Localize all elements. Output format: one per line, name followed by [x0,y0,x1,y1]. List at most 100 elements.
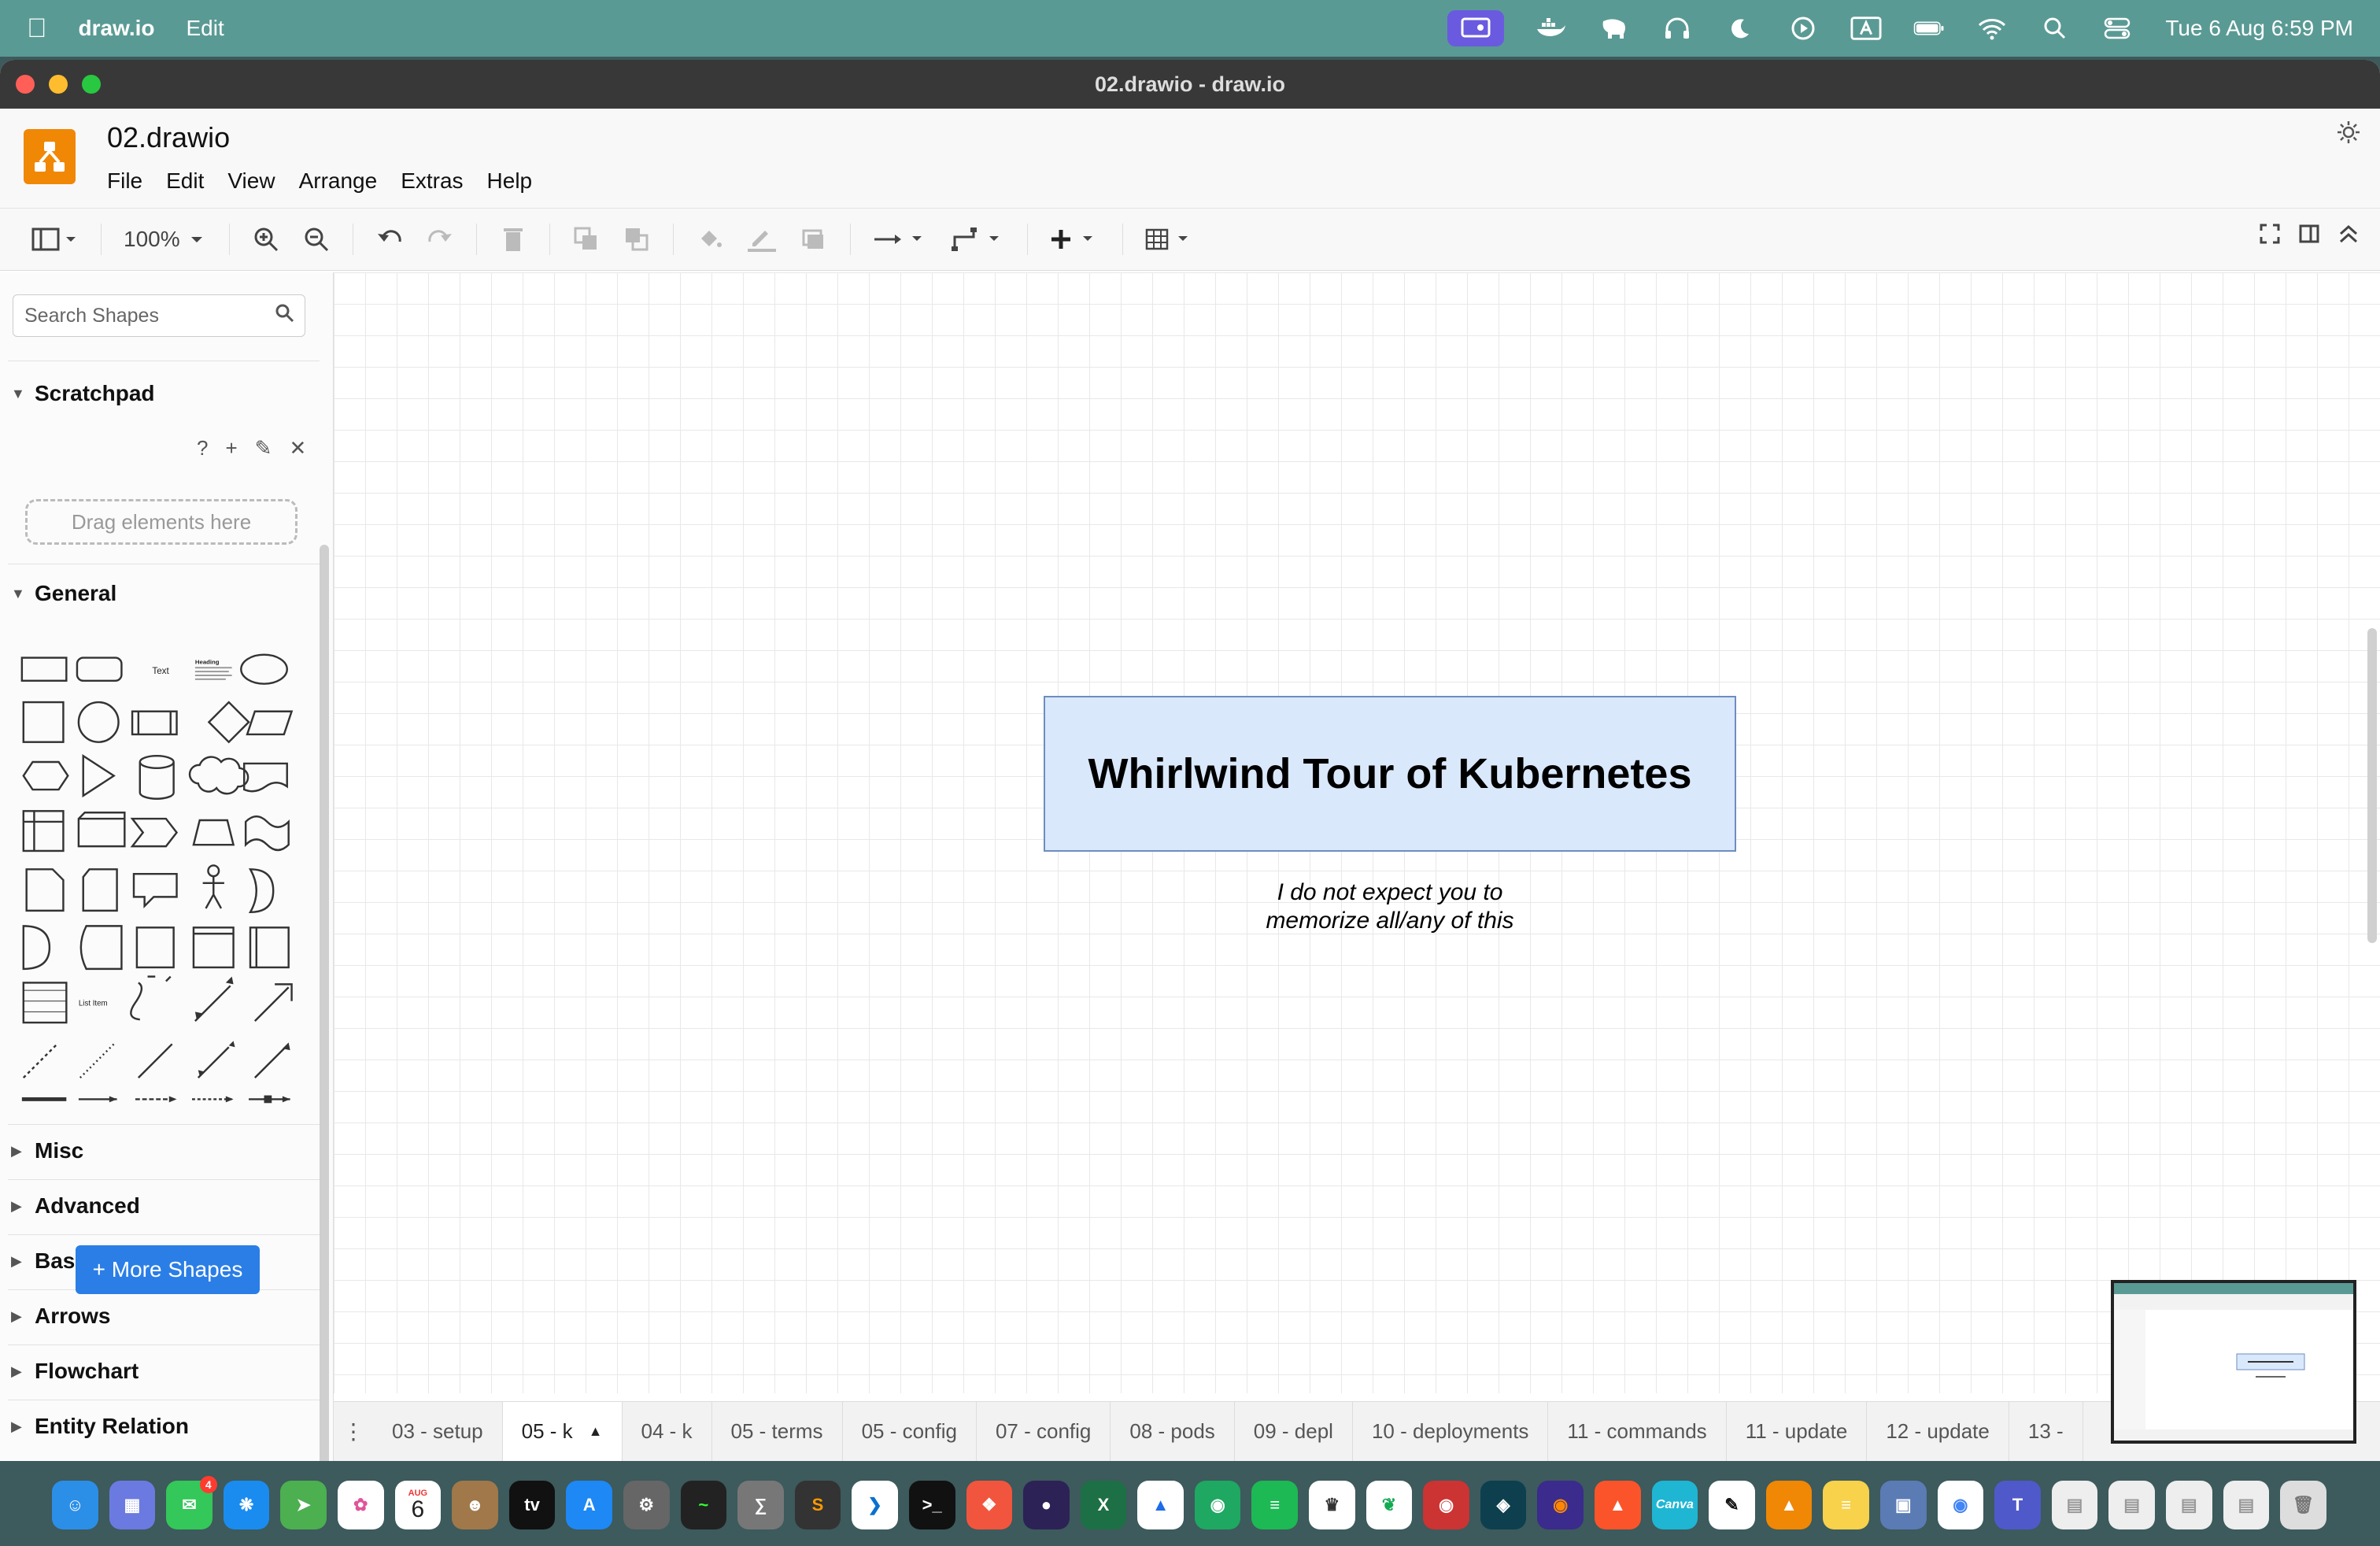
activity-monitor-icon[interactable]: ~ [680,1481,727,1529]
minimized-window-icon[interactable]: ▤ [2165,1481,2212,1529]
minimized-window-icon[interactable]: ▤ [2223,1481,2270,1529]
shape-actor[interactable] [207,864,220,878]
calculator-icon[interactable]: ∑ [737,1481,784,1529]
elephant-icon[interactable] [1598,14,1630,43]
shape-card[interactable] [82,868,118,912]
finder-icon[interactable]: ☺ [52,1481,98,1529]
maps-icon[interactable]: ➤ [280,1481,327,1529]
outline-minimap[interactable] [2111,1280,2356,1444]
shape-triangle[interactable] [82,753,116,798]
calendar-icon[interactable]: AUG 6 [394,1481,442,1529]
canvas-vertical-scrollbar[interactable] [2367,628,2377,943]
table-button[interactable] [1145,222,1196,257]
search-icon[interactable] [275,303,295,329]
shape-ellipse[interactable] [240,653,288,685]
shape-curve[interactable] [130,982,143,1021]
shadow-button[interactable] [800,222,828,257]
headphones-icon[interactable] [1661,14,1693,43]
page-tab[interactable]: 08 - pods [1111,1402,1235,1461]
waypoints-button[interactable] [950,222,1005,257]
shape-cylinder[interactable] [139,754,175,800]
shape-square[interactable] [22,701,65,743]
tableplus-icon[interactable]: ♛ [1309,1481,1355,1529]
shape-text[interactable]: Text [152,666,169,676]
shape-callout[interactable] [132,872,178,908]
zoom-in-button[interactable] [252,222,280,257]
spotlight-search-icon[interactable] [2039,14,2071,43]
general-shapes-palette[interactable]: Text Heading List Item [17,642,309,1115]
shape-delay[interactable] [22,925,51,971]
zoom-select[interactable]: 100% [124,222,207,257]
play-icon[interactable] [1787,14,1819,43]
page-tab[interactable]: 09 - depl [1235,1402,1353,1461]
menu-view[interactable]: View [227,168,275,194]
trash-bin-icon[interactable]: 🗑 [2280,1481,2326,1529]
preview-icon[interactable]: ▣ [1880,1481,1927,1529]
app-menu[interactable]: draw.io [79,16,155,41]
document-name[interactable]: 02.drawio [107,121,230,154]
input-source-icon[interactable] [1850,14,1882,43]
page-tab[interactable]: 10 - deployments [1353,1402,1549,1461]
shape-trapezoid[interactable] [192,819,235,846]
zoom-window-button[interactable] [82,75,101,94]
title-box[interactable]: Whirlwind Tour of Kubernetes [1044,696,1736,852]
shape-parallelogram[interactable] [246,710,294,736]
format-panel-toggle[interactable] [31,222,79,257]
minimized-window-icon[interactable]: ▤ [2051,1481,2098,1529]
theme-sun-icon[interactable] [2336,120,2361,152]
shape-line[interactable] [137,1043,173,1079]
diagram-canvas[interactable]: Whirlwind Tour of Kubernetes I do not ex… [334,272,2380,1393]
shape-list[interactable] [22,982,68,1024]
shape-arrow[interactable] [253,986,290,1022]
menu-extras[interactable]: Extras [401,168,463,194]
redo-button[interactable] [426,222,454,257]
canva-icon[interactable]: Canva [1651,1481,1698,1529]
eclipse-icon[interactable]: ● [1023,1481,1070,1529]
firefox-icon[interactable]: ◉ [1537,1481,1584,1529]
sidebar-scrollbar[interactable] [320,545,329,1461]
scratchpad-header[interactable]: ▼ Scratchpad [11,381,310,406]
brave-icon[interactable]: ▲ [1595,1481,1641,1529]
page-tab[interactable]: 12 - update [1867,1402,2009,1461]
app-store-icon[interactable]: A [566,1481,612,1529]
shape-rounded-rectangle[interactable] [76,656,123,682]
minimize-window-button[interactable] [49,75,68,94]
undo-button[interactable] [375,222,404,257]
collapse-icon[interactable] [2338,223,2360,250]
to-back-button[interactable] [623,222,651,257]
edit-pencil-icon[interactable]: ✎ [255,436,272,460]
page-tab[interactable]: 05 - config [843,1402,977,1461]
shape-dotted-line[interactable] [79,1043,115,1079]
line-color-button[interactable] [746,222,778,257]
apple-menu-icon[interactable]:  [27,13,47,44]
add-icon[interactable]: + [225,436,237,460]
postman-icon[interactable]: ❖ [966,1481,1013,1529]
insert-button[interactable] [1050,222,1100,257]
search-shapes-input[interactable]: Search Shapes [13,294,305,337]
shape-step[interactable] [130,817,179,848]
menu-arrange[interactable]: Arrange [299,168,378,194]
shape-diamond[interactable] [207,701,250,744]
safari-icon[interactable]: ❋ [223,1481,270,1529]
section-misc[interactable]: ▶ Misc [11,1138,310,1163]
page-tab[interactable]: 11 - update [1727,1402,1868,1461]
close-window-button[interactable] [16,75,35,94]
minimized-window-icon[interactable]: ▤ [2108,1481,2155,1529]
dbeaver-icon[interactable]: ◉ [1423,1481,1469,1529]
terminal-icon[interactable]: >_ [908,1481,955,1529]
format-panel-icon[interactable] [2298,223,2320,250]
page-tab[interactable]: 03 - setup [373,1402,503,1461]
menu-edit[interactable]: Edit [166,168,204,194]
teams-icon[interactable]: T [1994,1481,2041,1529]
help-icon[interactable]: ? [197,436,208,460]
shape-data-storage[interactable] [79,925,123,971]
fullscreen-icon[interactable] [2259,223,2281,250]
shape-circle[interactable] [77,701,120,743]
focus-moon-icon[interactable] [1724,14,1756,43]
chrome-icon[interactable]: ◉ [1937,1481,1984,1529]
shape-container[interactable] [135,926,175,969]
scratchpad-drop-zone[interactable]: Drag elements here [25,499,298,545]
shape-heading[interactable]: Heading [195,658,220,665]
notes-icon[interactable]: ≡ [1823,1481,1869,1529]
excel-icon[interactable]: X [1080,1481,1127,1529]
